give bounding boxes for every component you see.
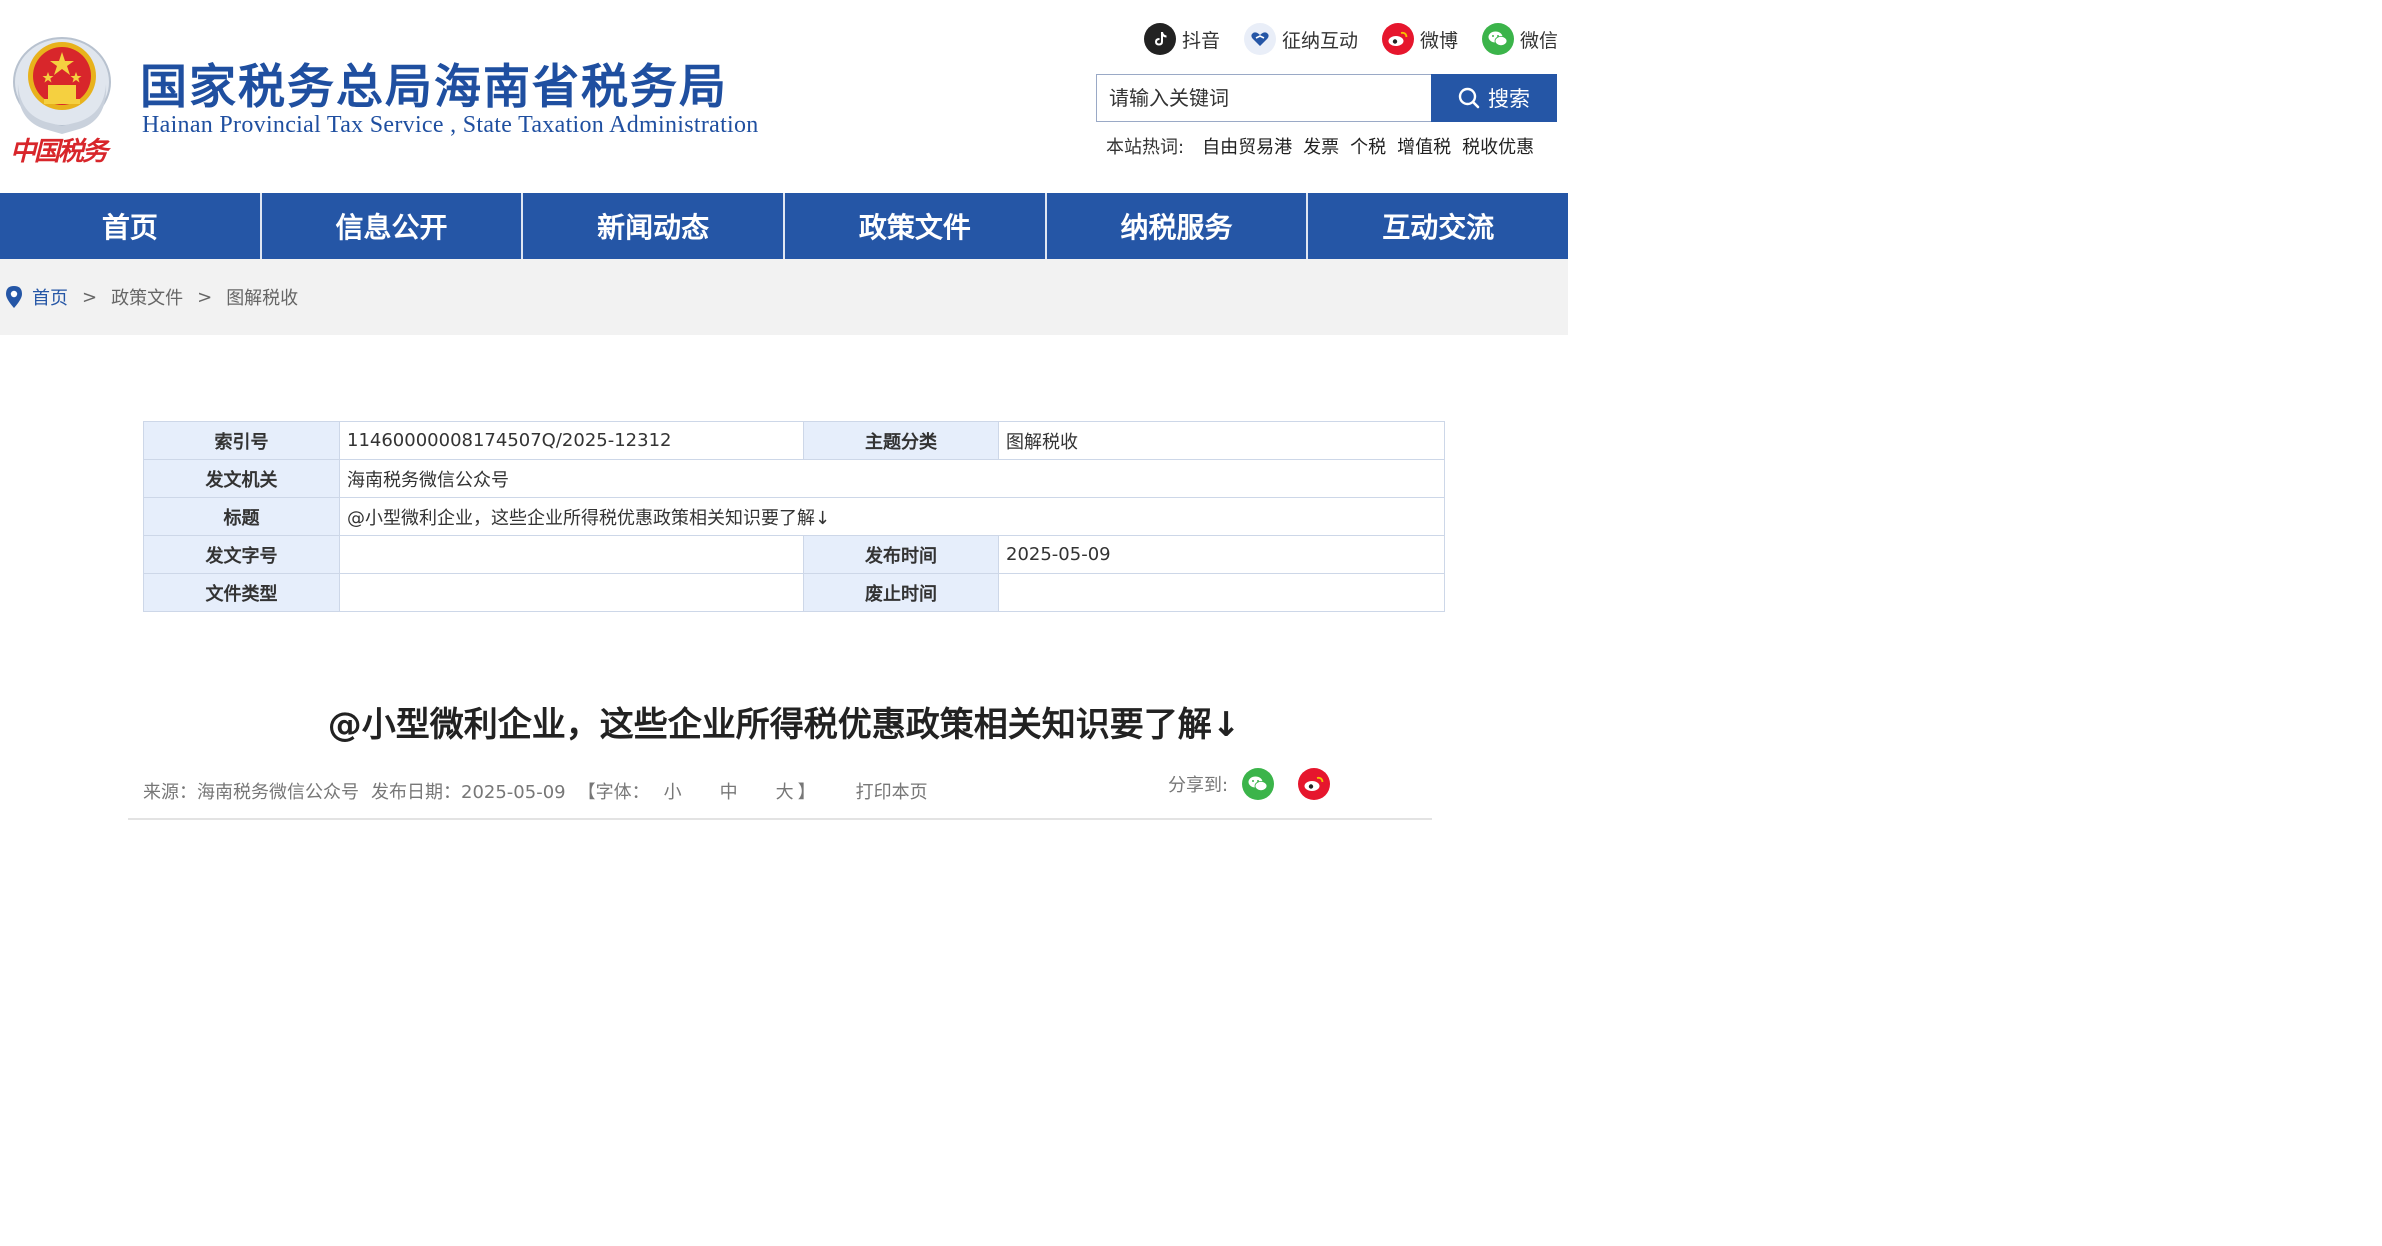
meta-label: 发布时间 (803, 535, 999, 574)
search-button-label: 搜索 (1488, 87, 1530, 111)
location-pin-icon (6, 286, 22, 308)
site-title: 国家税务总局海南省税务局 (140, 60, 728, 115)
meta-index-no: 11460000008174507Q/2025-12312 (339, 421, 804, 460)
meta-label: 发文字号 (143, 535, 340, 574)
site-subtitle: Hainan Provincial Tax Service , State Ta… (142, 112, 759, 138)
logo-calligraphy: 中国税务 (10, 137, 112, 167)
hot-keywords-label: 本站热词: (1106, 137, 1185, 158)
share-bar: 分享到: (1168, 768, 1331, 800)
social-douyin-link[interactable]: 抖音 (1144, 22, 1220, 56)
meta-issuer: 海南税务微信公众号 (339, 459, 1445, 498)
font-size-open: 【字体： (577, 782, 650, 803)
nav-item-tax-service[interactable]: 纳税服务 (1047, 193, 1309, 259)
article-info-bar: 来源：海南税务微信公众号 发布日期：2025-05-09 【字体： 小 中 大 … (143, 778, 928, 804)
hot-keywords: 本站热词: 自由贸易港 发票 个税 增值税 税收优惠 (1106, 133, 1545, 159)
share-weibo-icon[interactable] (1298, 768, 1331, 800)
breadcrumb-home[interactable]: 首页 (32, 284, 68, 310)
search-button[interactable]: 搜索 (1431, 74, 1557, 122)
nav-item-info-disclosure[interactable]: 信息公开 (262, 193, 524, 259)
table-row: 标题 @小型微利企业，这些企业所得税优惠政策相关知识要了解↓ (143, 497, 1445, 536)
hot-keyword[interactable]: 个税 (1350, 133, 1386, 159)
hot-keyword[interactable]: 发票 (1303, 133, 1339, 159)
nav-item-interaction[interactable]: 互动交流 (1308, 193, 1568, 259)
meta-expire-date (998, 573, 1445, 612)
font-size-close: 】 (797, 782, 816, 803)
meta-doc-no (339, 535, 804, 574)
interaction-icon (1244, 23, 1276, 55)
breadcrumb-current[interactable]: 图解税收 (226, 284, 298, 310)
breadcrumb-separator: > (197, 286, 213, 308)
print-page-button[interactable]: 打印本页 (856, 778, 928, 804)
article-date: 发布日期：2025-05-09 (371, 782, 566, 803)
meta-label: 废止时间 (803, 573, 999, 612)
article-source: 来源：海南税务微信公众号 (143, 782, 359, 803)
search-input[interactable] (1097, 75, 1432, 121)
document-metadata-table: 索引号 11460000008174507Q/2025-12312 主题分类 图… (143, 421, 1445, 612)
article-title: @小型微利企业，这些企业所得税优惠政策相关知识要了解↓ (327, 705, 1241, 745)
social-label: 微博 (1420, 29, 1459, 52)
site-header: 中国税务 国家税务总局海南省税务局 Hainan Provincial Tax … (0, 0, 1568, 193)
nav-item-news[interactable]: 新闻动态 (523, 193, 786, 259)
social-label: 微信 (1520, 29, 1559, 52)
meta-publish-date: 2025-05-09 (998, 535, 1445, 574)
table-row: 发文字号 发布时间 2025-05-09 (143, 535, 1445, 574)
font-size-large-button[interactable]: 大 (776, 778, 794, 804)
nav-item-home[interactable]: 首页 (0, 193, 262, 259)
meta-label: 索引号 (143, 421, 340, 460)
national-emblem-logo[interactable]: 中国税务 (8, 22, 118, 167)
table-row: 文件类型 废止时间 (143, 573, 1445, 612)
meta-label: 主题分类 (803, 421, 999, 460)
social-interaction-link[interactable]: 征纳互动 (1244, 22, 1358, 56)
share-wechat-icon[interactable] (1242, 768, 1275, 800)
weibo-icon (1382, 23, 1414, 55)
social-weibo-link[interactable]: 微博 (1382, 22, 1458, 56)
meta-title: @小型微利企业，这些企业所得税优惠政策相关知识要了解↓ (339, 497, 1445, 536)
meta-label: 文件类型 (143, 573, 340, 612)
main-nav: 首页 信息公开 新闻动态 政策文件 纳税服务 互动交流 (0, 193, 1568, 259)
divider (128, 818, 1432, 820)
breadcrumb-policy[interactable]: 政策文件 (111, 284, 183, 310)
meta-label: 标题 (143, 497, 340, 536)
social-wechat-link[interactable]: 微信 (1482, 22, 1558, 56)
font-size-small-button[interactable]: 小 (664, 778, 682, 804)
meta-label: 发文机关 (143, 459, 340, 498)
table-row: 索引号 11460000008174507Q/2025-12312 主题分类 图… (143, 421, 1445, 460)
search-box (1096, 74, 1432, 122)
meta-topic: 图解税收 (998, 421, 1445, 460)
meta-file-type (339, 573, 804, 612)
hot-keyword[interactable]: 增值税 (1397, 133, 1451, 159)
wechat-icon (1482, 23, 1514, 55)
social-label: 征纳互动 (1282, 29, 1359, 52)
breadcrumb: 首页 > 政策文件 > 图解税收 (0, 259, 1568, 335)
table-row: 发文机关 海南税务微信公众号 (143, 459, 1445, 498)
search-icon (1458, 87, 1480, 109)
hot-keyword[interactable]: 税收优惠 (1462, 133, 1534, 159)
nav-item-policy[interactable]: 政策文件 (785, 193, 1047, 259)
hot-keyword[interactable]: 自由贸易港 (1202, 133, 1292, 159)
breadcrumb-separator: > (82, 286, 98, 308)
share-label: 分享到: (1168, 775, 1229, 796)
font-size-medium-button[interactable]: 中 (720, 778, 738, 804)
douyin-icon (1144, 23, 1176, 55)
social-label: 抖音 (1182, 29, 1221, 52)
